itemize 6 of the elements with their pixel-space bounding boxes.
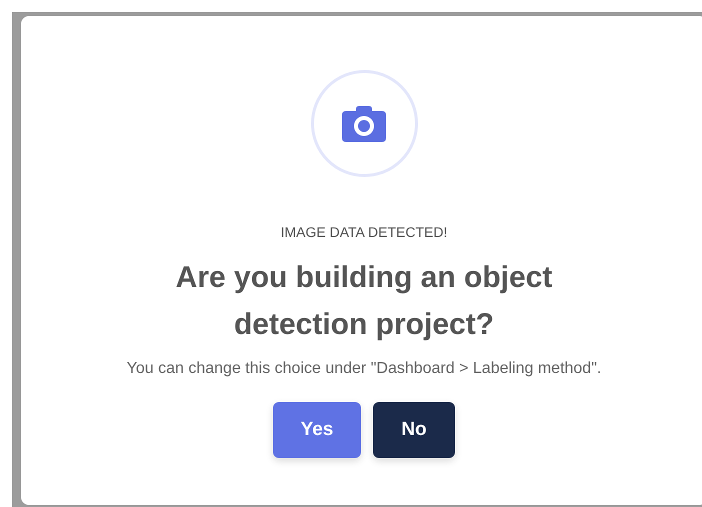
decline-button[interactable]: No	[373, 402, 455, 458]
dialog-message: You can change this choice under "Dashboard > Labeling method".	[126, 360, 602, 378]
dialog-title: Are you building an object detection project?	[174, 260, 554, 343]
confirm-button[interactable]: Yes	[273, 402, 361, 458]
camera-icon	[342, 106, 386, 142]
eyebrow-text: IMAGE DATA DETECTED!	[280, 224, 448, 240]
